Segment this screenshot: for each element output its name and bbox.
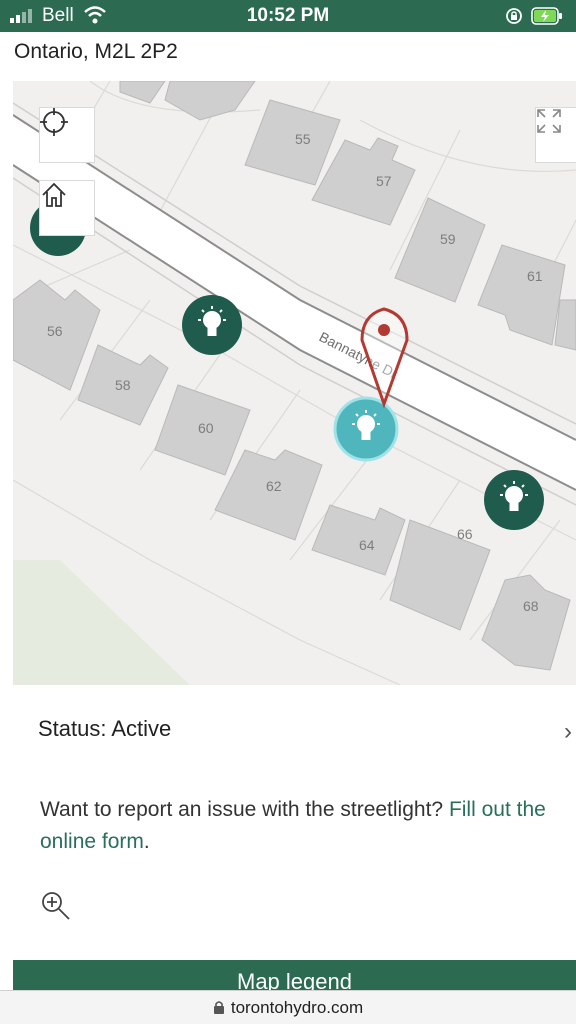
url-bar[interactable]: torontohydro.com: [0, 990, 576, 1024]
report-text: Want to report an issue with the streetl…: [40, 794, 570, 858]
clock: 10:52 PM: [246, 5, 330, 26]
fullscreen-button[interactable]: [535, 107, 576, 163]
house-number: 58: [115, 377, 131, 393]
home-button[interactable]: [39, 180, 95, 236]
chevron-right-icon[interactable]: ›: [564, 718, 572, 746]
map-canvas[interactable]: 55 57 59 61 56 58 60 62 64 66 68 Bannaty…: [13, 81, 576, 685]
house-number: 56: [47, 323, 63, 339]
selected-streetlight-marker[interactable]: [333, 396, 399, 462]
house-number: 60: [198, 420, 214, 436]
status-bar: Bell 10:52 PM: [0, 0, 576, 32]
house-number: 55: [295, 131, 311, 147]
report-prompt: Want to report an issue with the streetl…: [40, 798, 449, 821]
house-number: 62: [266, 478, 282, 494]
locate-me-button[interactable]: [39, 107, 95, 163]
house-number: 61: [527, 268, 543, 284]
report-period: .: [143, 830, 150, 853]
crosshair-icon: [40, 108, 68, 136]
map-view[interactable]: 55 57 59 61 56 58 60 62 64 66 68 Bannaty…: [13, 81, 576, 685]
house-number: 64: [359, 537, 375, 553]
house-number: 57: [376, 173, 392, 189]
expand-icon: [537, 109, 561, 133]
house-number: 59: [440, 231, 456, 247]
address-text: Ontario, M2L 2P2: [14, 40, 178, 63]
rotation-lock-icon: [506, 8, 522, 24]
house-number: 68: [523, 598, 539, 614]
status-text: Status: Active: [38, 716, 172, 741]
battery-icon: [531, 7, 562, 25]
home-icon: [42, 182, 66, 207]
streetlight-marker[interactable]: [182, 295, 242, 355]
url-text: torontohydro.com: [230, 998, 364, 1017]
zoom-in-icon[interactable]: [40, 890, 72, 922]
lock-icon: [213, 1001, 224, 1014]
streetlight-marker[interactable]: [484, 470, 544, 530]
house-number: 66: [457, 526, 473, 542]
